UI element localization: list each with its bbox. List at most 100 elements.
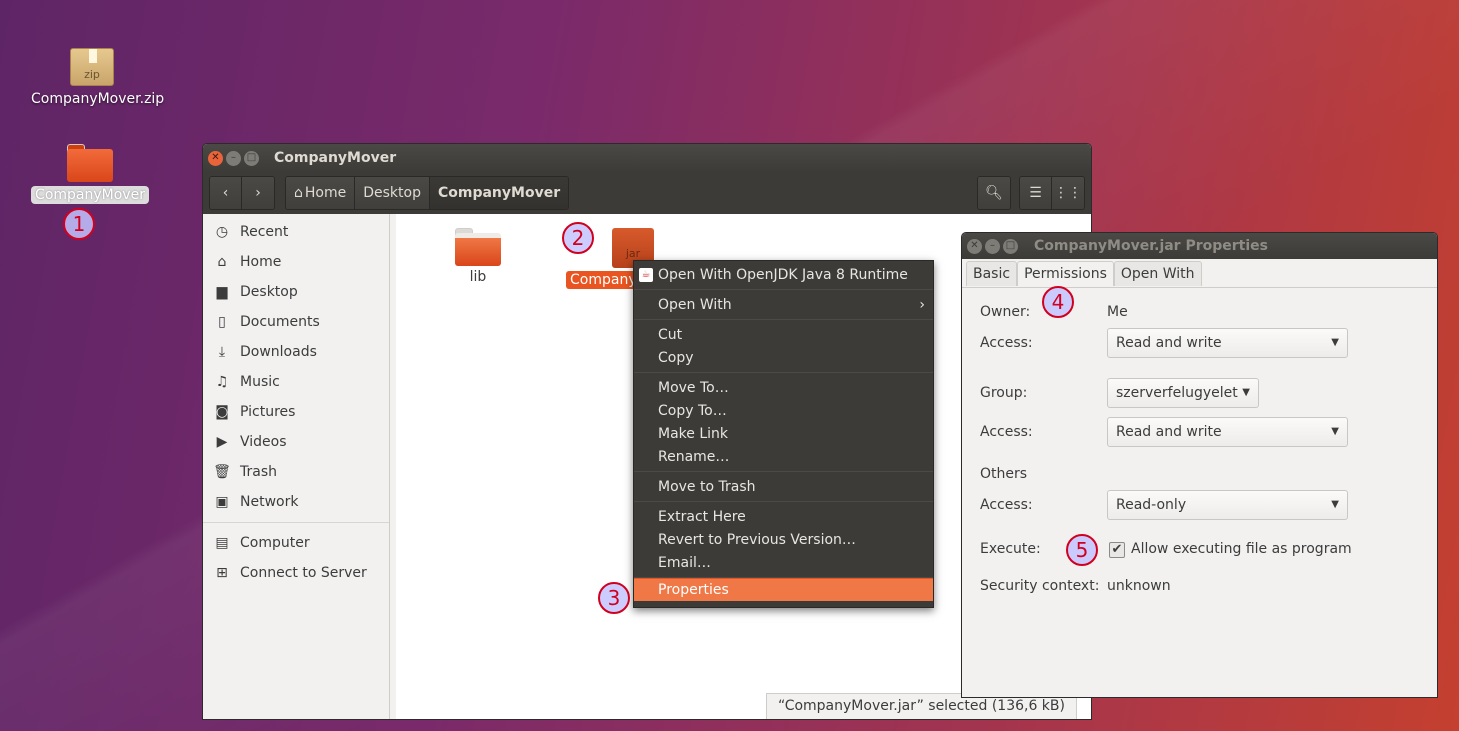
menu-item-label: Move To… [658,379,729,396]
annotation-marker: 5 [1066,534,1098,566]
chevron-down-icon: ▼ [1331,499,1339,510]
execute-label: Execute: [980,541,1041,557]
group-select[interactable]: szerverfelugyelet ▼ [1107,378,1259,408]
sidebar-item-label: Downloads [240,344,317,360]
menu-item-label: Email… [658,554,711,571]
menu-item-properties[interactable]: Properties [634,578,933,601]
chevron-down-icon: ▼ [1331,337,1339,348]
maximize-icon[interactable]: □ [1003,238,1018,254]
breadcrumb-label: Desktop [363,185,421,201]
list-icon: ☰ [1029,185,1042,201]
folder-icon [67,144,113,182]
sidebar-item-home[interactable]: ⌂ Home [203,247,389,277]
sidebar-item-label: Computer [240,535,310,551]
file-item-lib[interactable]: lib [451,228,505,286]
back-button[interactable]: ‹ [210,177,242,209]
execute-option-label[interactable]: Allow executing file as program [1131,541,1352,557]
menu-item-rename[interactable]: Rename… [634,445,933,468]
tab-label: Basic [973,266,1011,282]
camera-icon: ◙ [215,404,229,420]
tab-open-with[interactable]: Open With [1113,261,1202,286]
others-access-select[interactable]: Read-only ▼ [1107,490,1348,520]
minimize-icon[interactable]: – [985,238,1000,254]
breadcrumb-home[interactable]: ⌂ Home [286,177,356,209]
sidebar-item-recent[interactable]: ◷ Recent [203,217,389,247]
sidebar-item-computer[interactable]: ▤ Computer [203,528,389,558]
menu-item-copy[interactable]: Copy [634,346,933,369]
window-title: CompanyMover.jar Properties [1034,238,1268,254]
folder-icon [455,228,501,266]
menu-item-label: Revert to Previous Version… [658,531,856,548]
menu-item-move-to-trash[interactable]: Move to Trash [634,475,933,498]
sidebar-item-label: Recent [240,224,289,240]
checkmark-icon: ✔ [1111,542,1123,557]
chevron-left-icon: ‹ [222,185,229,201]
sidebar-item-desktop[interactable]: ▆ Desktop [203,277,389,307]
tab-permissions[interactable]: Permissions [1017,261,1114,286]
desktop-folder[interactable]: CompanyMover [30,144,150,204]
desktop-zip-file[interactable]: zip CompanyMover.zip [27,48,164,108]
window-title: CompanyMover [274,150,397,166]
sidebar-item-label: Network [240,494,299,510]
breadcrumb-companymover[interactable]: CompanyMover [429,177,569,209]
owner-access-label: Access: [980,335,1033,351]
sidebar-item-trash[interactable]: 🗑︎ Trash [203,457,389,487]
tab-bar: Basic Permissions Open With [966,261,1202,286]
sidebar-item-documents[interactable]: ▯ Documents [203,307,389,337]
sidebar-item-label: Music [240,374,280,390]
list-view-button[interactable]: ☰ [1020,177,1052,209]
grid-icon: ⋮⋮ [1054,185,1082,201]
breadcrumb-label: CompanyMover [437,185,561,201]
menu-item-move-to[interactable]: Move To… [634,376,933,399]
minimize-icon[interactable]: – [226,150,241,166]
others-label: Others [980,466,1028,482]
group-label: Group: [980,385,1028,401]
menu-item-make-link[interactable]: Make Link [634,422,933,445]
chevron-right-icon: › [255,185,261,201]
menu-item-label: Extract Here [658,508,746,525]
sidebar-item-label: Connect to Server [240,565,367,581]
sidebar-item-downloads[interactable]: ⤓ Downloads [203,337,389,367]
menu-item-cut[interactable]: Cut [634,323,933,346]
breadcrumb: ⌂ Home Desktop CompanyMover [285,176,570,210]
file-label: lib [469,269,487,285]
chevron-down-icon: ▼ [1331,426,1339,437]
menu-item-label: Cut [658,326,683,343]
annotation-marker: 2 [562,222,594,254]
grid-view-button[interactable]: ⋮⋮ [1052,177,1084,209]
security-context-value: unknown [1107,578,1171,594]
menu-item-open-with-java[interactable]: ☕︎ Open With OpenJDK Java 8 Runtime [634,263,933,286]
menu-item-open-with[interactable]: Open With › [634,293,933,316]
toolbar: ‹ › ⌂ Home Desktop CompanyMover 🔍︎ ☰ ⋮⋮ [203,172,1091,214]
select-value: Read and write [1116,335,1222,351]
maximize-icon[interactable]: □ [244,150,259,166]
menu-item-email[interactable]: Email… [634,551,933,574]
trash-icon: 🗑︎ [213,464,231,480]
group-access-select[interactable]: Read and write ▼ [1107,417,1348,447]
sidebar-item-connect-to-server[interactable]: ⊞ Connect to Server [203,558,389,588]
menu-item-extract-here[interactable]: Extract Here [634,505,933,528]
tab-basic[interactable]: Basic [966,261,1018,286]
menu-separator [634,372,933,373]
menu-item-revert[interactable]: Revert to Previous Version… [634,528,933,551]
download-icon: ⤓ [218,344,226,360]
menu-item-label: Properties [658,582,729,598]
sidebar-item-music[interactable]: ♫ Music [203,367,389,397]
sidebar-item-label: Videos [240,434,287,450]
home-icon: ⌂ [294,185,303,201]
search-button[interactable]: 🔍︎ [978,177,1010,209]
sidebar-item-label: Pictures [240,404,296,420]
owner-access-select[interactable]: Read and write ▼ [1107,328,1348,358]
close-icon[interactable]: ✕ [208,150,223,166]
search-icon: 🔍︎ [985,185,1003,201]
sidebar-item-pictures[interactable]: ◙ Pictures [203,397,389,427]
sidebar-item-network[interactable]: ▣ Network [203,487,389,517]
video-icon: ▶ [216,434,228,450]
menu-item-copy-to[interactable]: Copy To… [634,399,933,422]
close-icon[interactable]: ✕ [967,238,982,254]
sidebar-item-videos[interactable]: ▶ Videos [203,427,389,457]
execute-checkbox[interactable]: ✔ [1109,542,1125,558]
breadcrumb-desktop[interactable]: Desktop [355,177,430,209]
forward-button[interactable]: › [242,177,274,209]
server-icon: ⊞ [216,565,228,581]
